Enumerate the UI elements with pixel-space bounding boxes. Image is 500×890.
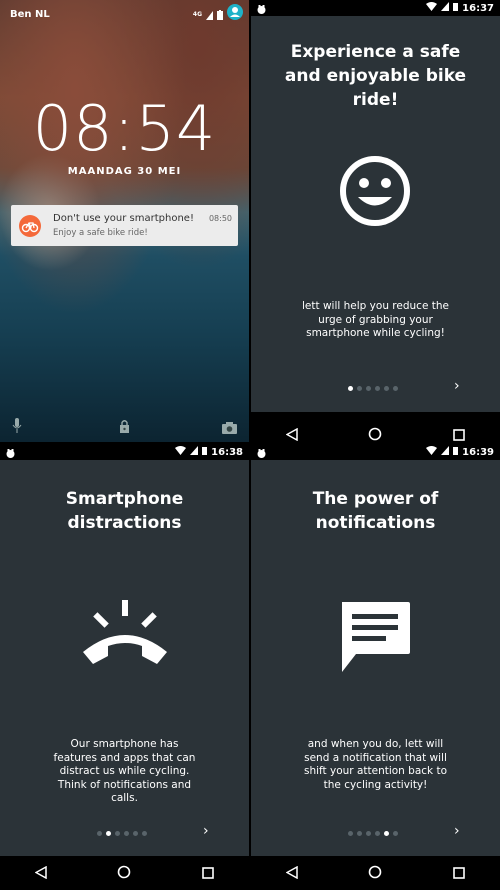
onboarding-content: Smartphone distractions Our smartphone h… [0, 460, 249, 856]
status-time: 16:38 [211, 446, 243, 458]
next-button[interactable]: › [454, 823, 460, 839]
status-bar: 16:38 [0, 444, 249, 460]
page-dot [384, 831, 389, 836]
status-time: 16:39 [462, 446, 494, 458]
status-bar: 16:39 [251, 444, 500, 460]
page-dot [393, 386, 398, 391]
page-dot [375, 831, 380, 836]
lock-icon [119, 418, 130, 437]
onboarding-content: Experience a safe and enjoyable bike rid… [251, 16, 500, 412]
battery-icon [453, 2, 459, 14]
home-icon[interactable] [117, 864, 131, 883]
page-dot [348, 831, 353, 836]
page-dot [366, 386, 371, 391]
wifi-icon [175, 446, 187, 458]
page-indicator [348, 831, 398, 836]
onboarding-screen-2: 16:38 Smartphone distractions Our smartp… [0, 444, 249, 890]
carrier-label: Ben NL [10, 9, 50, 20]
smiley-icon [338, 154, 412, 232]
page-dot [142, 831, 147, 836]
status-bar: 16:37 [251, 0, 500, 16]
ringing-phone-icon [80, 600, 170, 674]
camera-icon[interactable] [222, 419, 237, 438]
page-dot [133, 831, 138, 836]
recents-icon[interactable] [453, 426, 465, 445]
page-dot [348, 386, 353, 391]
onboarding-content: The power of notifications and when you … [251, 460, 500, 856]
message-icon [338, 600, 412, 678]
status-time: 16:37 [462, 2, 494, 14]
battery-icon [202, 446, 208, 458]
back-icon[interactable] [285, 864, 298, 883]
microphone-icon[interactable] [12, 418, 22, 437]
battery-icon [217, 5, 223, 24]
network-label: 4G [192, 10, 202, 18]
notification-time: 08:50 [208, 214, 232, 223]
battery-icon [453, 446, 459, 458]
app-notification-icon [6, 444, 15, 462]
recents-icon[interactable] [453, 864, 465, 883]
navigation-bar [251, 856, 500, 890]
page-indicator [97, 831, 147, 836]
app-notification-icon [257, 444, 266, 462]
home-icon[interactable] [368, 426, 382, 445]
back-icon[interactable] [285, 426, 298, 445]
page-dot [124, 831, 129, 836]
clock-time: 08:54 [32, 92, 217, 165]
next-button[interactable]: › [454, 378, 460, 394]
lockscreen-panel: Ben NL 4G 08:54 MAANDAG 30 MEI Don't use… [0, 0, 249, 442]
signal-icon [441, 2, 450, 14]
screen-description: lett will help you reduce the urge of gr… [302, 300, 449, 339]
back-icon[interactable] [34, 864, 47, 883]
page-indicator [348, 386, 398, 391]
signal-icon [441, 446, 450, 458]
navigation-bar [0, 856, 249, 890]
notification-card[interactable]: Don't use your smartphone! Enjoy a safe … [11, 205, 238, 246]
screen-description: and when you do, lett will send a notifi… [303, 738, 448, 791]
page-dot [97, 831, 102, 836]
onboarding-screen-1: 16:37 Experience a safe and enjoyable bi… [251, 0, 500, 460]
signal-icon [190, 446, 199, 458]
page-dot [384, 386, 389, 391]
user-avatar-icon[interactable] [227, 4, 243, 24]
page-dot [357, 386, 362, 391]
recents-icon[interactable] [202, 864, 214, 883]
page-dot [366, 831, 371, 836]
page-dot [375, 386, 380, 391]
screen-title: Smartphone distractions [65, 489, 184, 533]
screen-title: The power of notifications [312, 489, 439, 533]
wifi-icon [426, 446, 438, 458]
onboarding-screen-3: 16:39 The power of notifications and whe… [251, 444, 500, 890]
notification-subtitle: Enjoy a safe bike ride! [53, 228, 148, 238]
page-dot [357, 831, 362, 836]
page-dot [393, 831, 398, 836]
signal-icon [206, 5, 213, 24]
home-icon[interactable] [368, 864, 382, 883]
page-dot [115, 831, 120, 836]
screen-description: Our smartphone has features and apps tha… [53, 738, 196, 804]
notification-title: Don't use your smartphone! [53, 213, 194, 224]
page-dot [106, 831, 111, 836]
bicycle-icon [19, 215, 41, 237]
clock-date: MAANDAG 30 MEI [67, 166, 182, 177]
wifi-icon [426, 2, 438, 14]
app-notification-icon [257, 0, 266, 18]
next-button[interactable]: › [203, 823, 209, 839]
screen-title: Experience a safe and enjoyable bike rid… [284, 42, 467, 110]
